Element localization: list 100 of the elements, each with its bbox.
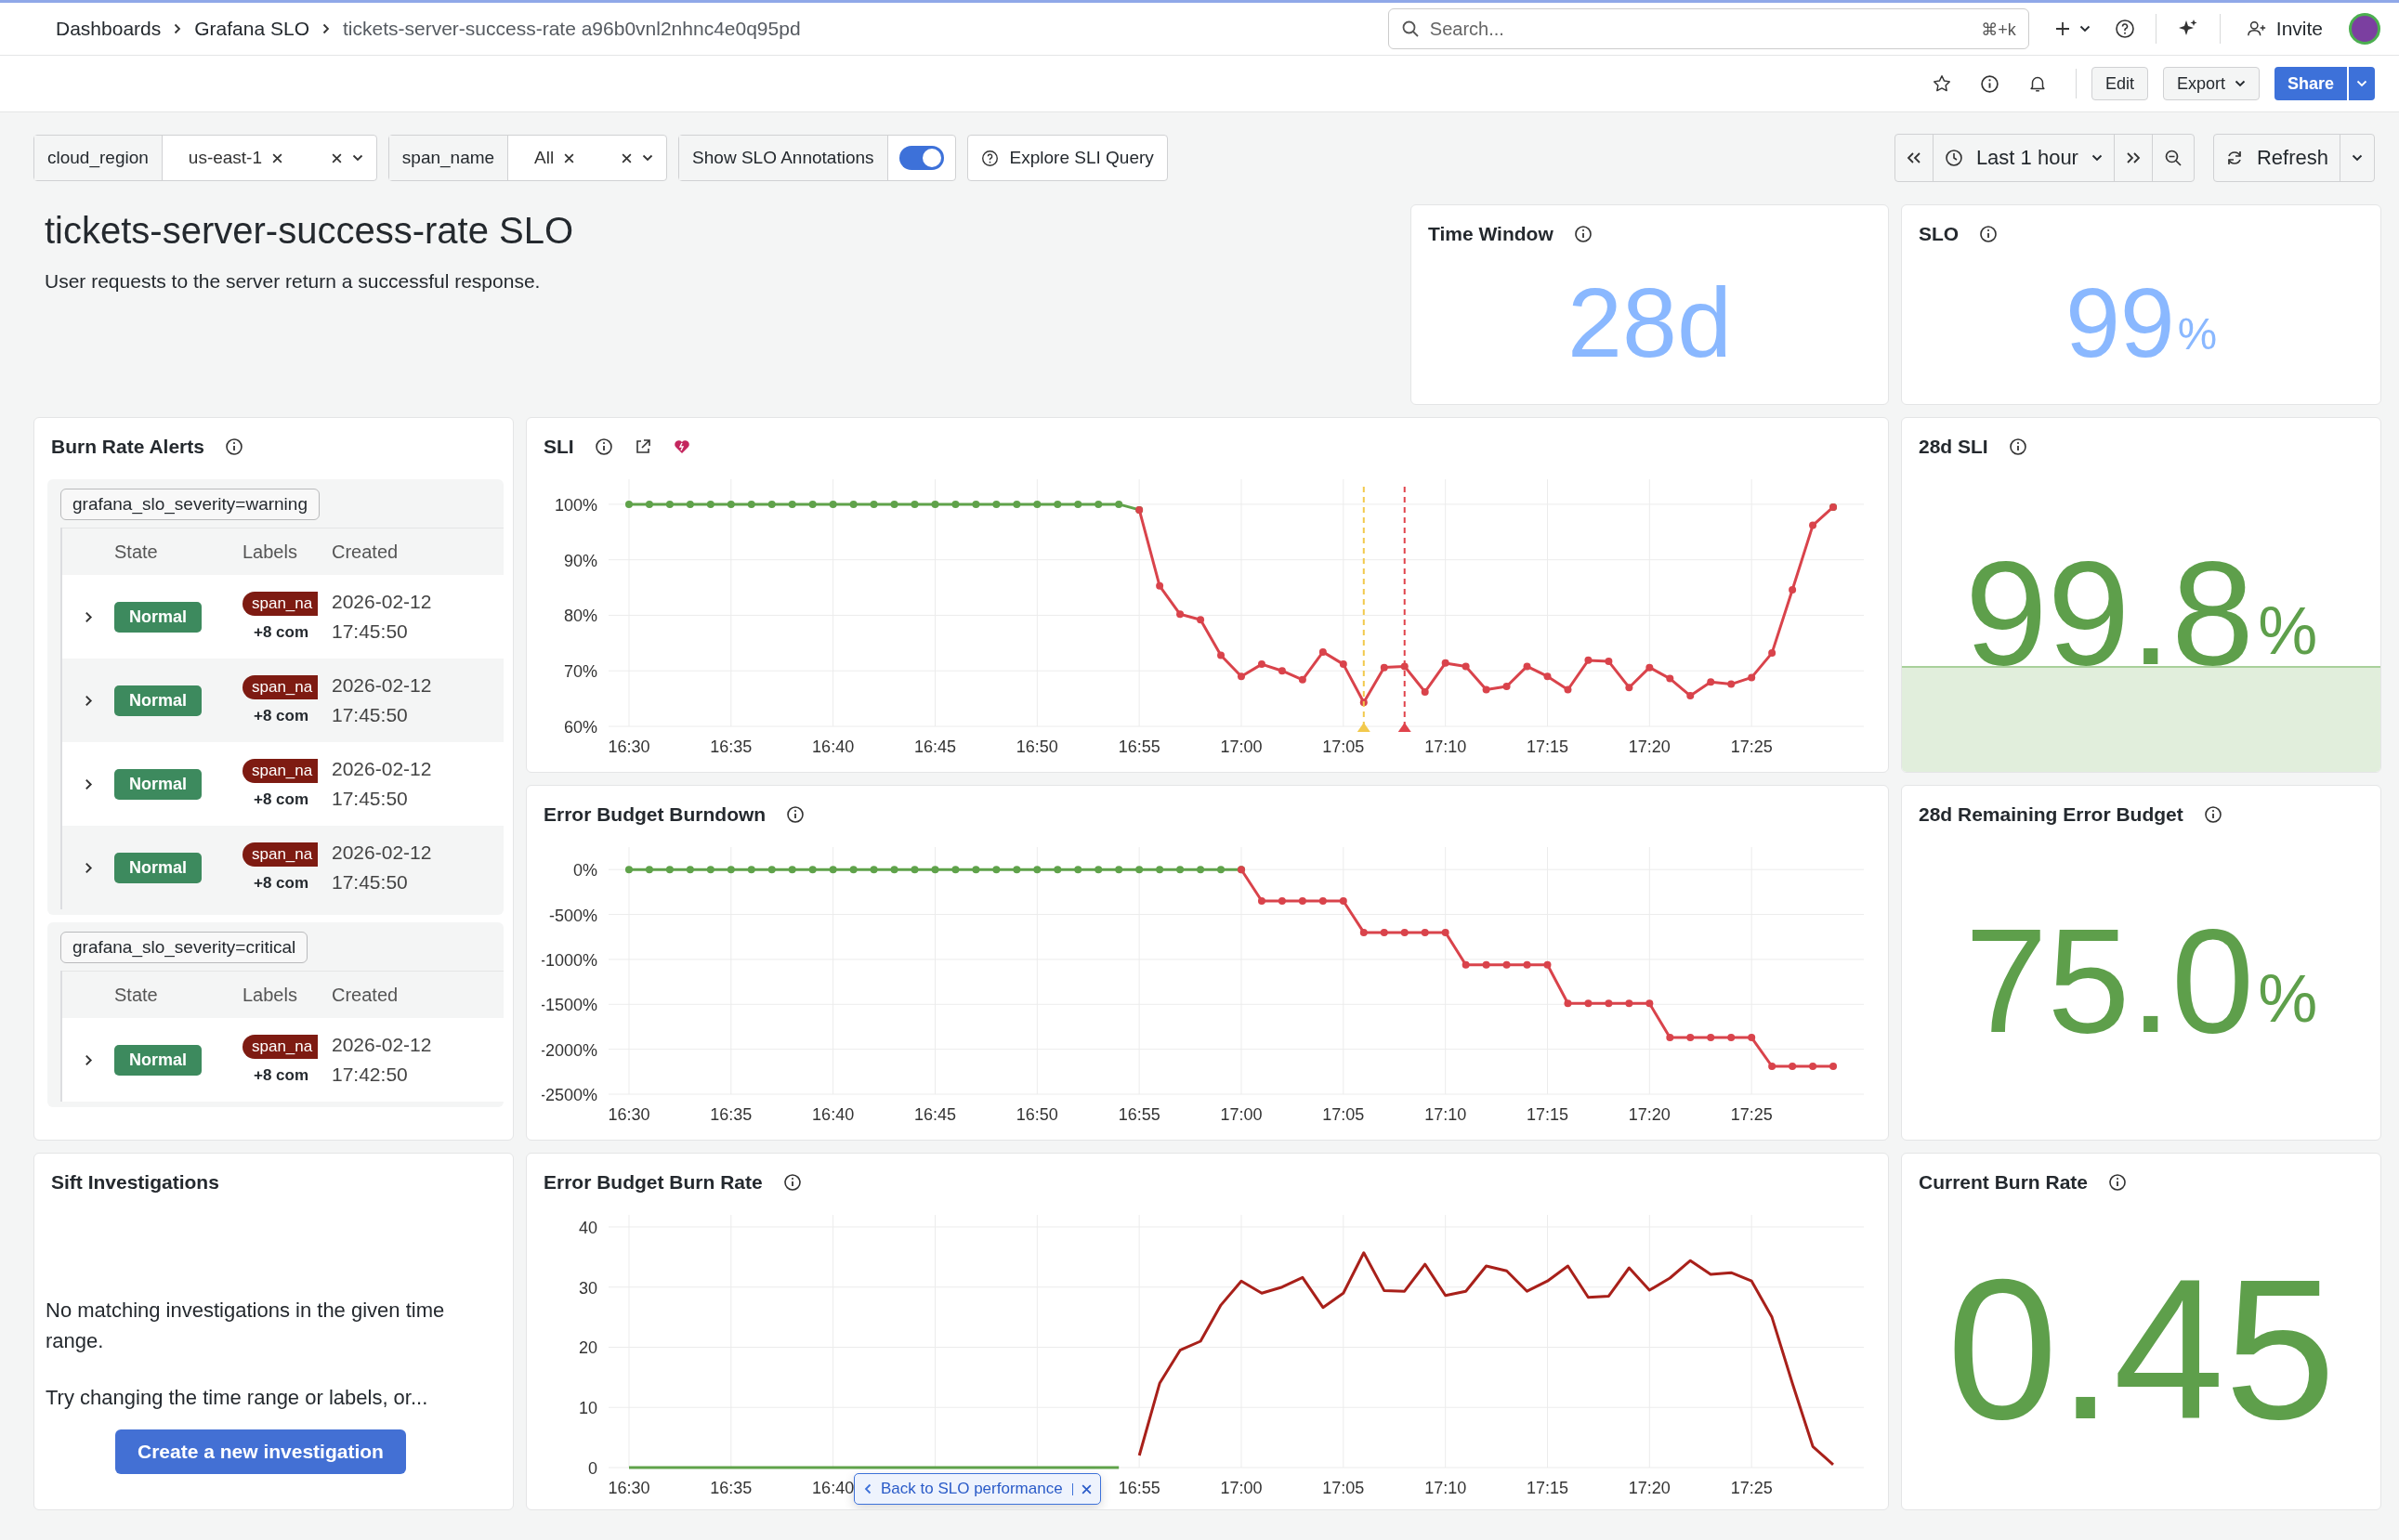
stat-unit: % [2177, 312, 2218, 357]
data-point [1686, 1034, 1695, 1042]
data-point [686, 866, 694, 874]
data-point [849, 500, 858, 508]
data-point [1584, 999, 1593, 1008]
axis-tick-label: 17:20 [1628, 1479, 1671, 1497]
data-point [1727, 1034, 1736, 1042]
explore-sli-query-button[interactable]: Explore SLI Query [966, 135, 1168, 181]
info-icon [786, 805, 806, 824]
data-point [1748, 673, 1756, 682]
share-menu-button[interactable] [2349, 67, 2375, 100]
breadcrumb-link[interactable]: Grafana SLO [194, 18, 309, 40]
search-icon [1400, 20, 1420, 38]
data-point [1502, 960, 1511, 969]
data-point [1197, 616, 1205, 624]
alert-row[interactable]: Normal span_na +8 com 2026-02-12 17:45:50 [62, 742, 504, 826]
annotation-marker[interactable] [1357, 486, 1370, 732]
data-point [624, 500, 633, 508]
axis-tick-label: 17:20 [1628, 737, 1671, 756]
breadcrumb-link[interactable]: Dashboards [56, 18, 162, 40]
stat-value: 99.8 [1964, 538, 2255, 687]
column-header: Created [332, 984, 400, 1006]
data-point [1217, 651, 1225, 659]
expand-chevron-icon[interactable] [84, 777, 93, 790]
data-point [767, 866, 776, 874]
data-point [951, 866, 960, 874]
panel-title: Sift Investigations [51, 1171, 219, 1194]
axis-tick-label: 17:05 [1322, 1105, 1365, 1124]
info-icon [2203, 805, 2222, 824]
data-point [1462, 960, 1470, 969]
panel-title: Current Burn Rate [1919, 1171, 2089, 1194]
data-point [1156, 581, 1164, 590]
data-point [1809, 1063, 1817, 1070]
created-time: 2026-02-12 17:45:50 [332, 841, 433, 894]
back-link-label[interactable]: Back to SLO performance [881, 1480, 1063, 1498]
data-point [1298, 897, 1306, 906]
caret-icon [2352, 154, 2363, 162]
created-time: 2026-02-12 17:45:50 [332, 590, 433, 644]
annotations-toggle[interactable] [898, 146, 944, 170]
expand-chevron-icon[interactable] [84, 610, 93, 623]
data-point [1605, 999, 1613, 1008]
data-point [1829, 1063, 1838, 1070]
alert-row[interactable]: Normal span_na +8 com 2026-02-12 17:45:50 [62, 575, 504, 659]
data-point [788, 500, 796, 508]
invite-button[interactable]: Invite [2240, 17, 2328, 41]
axis-tick-label: 40 [578, 1218, 597, 1237]
data-point [870, 866, 878, 874]
data-point [911, 866, 919, 874]
data-point [1176, 610, 1185, 619]
data-point [1339, 660, 1347, 669]
data-point [1605, 658, 1613, 666]
star-icon[interactable] [1931, 73, 1952, 94]
axis-tick-label: 16:30 [608, 737, 650, 756]
data-point [1482, 685, 1490, 694]
data-point [1257, 660, 1265, 669]
help-icon[interactable] [2114, 19, 2135, 39]
data-point [1707, 678, 1715, 686]
panel-title: 28d Remaining Error Budget [1919, 803, 2183, 826]
axis-tick-label: 16:55 [1118, 737, 1160, 756]
edit-button[interactable]: Edit [2091, 67, 2148, 100]
data-point [1400, 662, 1409, 671]
data-point [1359, 928, 1368, 936]
expand-chevron-icon[interactable] [84, 694, 93, 707]
data-point [1645, 999, 1654, 1008]
data-point [747, 866, 755, 874]
create-investigation-button[interactable]: Create a new investigation [115, 1429, 406, 1474]
data-point [1441, 659, 1449, 667]
info-icon[interactable] [1979, 73, 1999, 94]
data-point [972, 500, 980, 508]
expand-chevron-icon[interactable] [84, 861, 93, 874]
data-point [1257, 897, 1265, 906]
axis-tick-label: 17:00 [1220, 737, 1263, 756]
annotation-marker[interactable] [1397, 486, 1411, 732]
data-point [645, 866, 653, 874]
more-labels: +8 com [253, 790, 309, 809]
avatar[interactable] [2349, 13, 2380, 45]
data-point [767, 500, 776, 508]
data-point [931, 500, 939, 508]
axis-tick-label: 16:40 [812, 1105, 855, 1124]
data-point [1380, 928, 1388, 936]
export-button[interactable]: Export [2162, 67, 2260, 100]
panel-title: Time Window [1428, 223, 1553, 245]
back-to-slo-performance-link[interactable]: Back to SLO performance [854, 1473, 1101, 1505]
share-button[interactable]: Share [2274, 67, 2347, 100]
close-icon[interactable] [1080, 1482, 1093, 1495]
alert-row[interactable]: Normal span_na +8 com 2026-02-12 17:42:50 [62, 1018, 504, 1102]
axis-tick-label: 17:10 [1424, 737, 1467, 756]
data-point [808, 500, 817, 508]
expand-chevron-icon[interactable] [84, 1053, 93, 1066]
breadcrumb-link[interactable]: tickets-server-success-rate a96b0vnl2nhnc4e0q95pd [342, 18, 801, 40]
data-point [665, 500, 674, 508]
data-point [1543, 960, 1552, 969]
data-point [624, 866, 633, 874]
data-point [1686, 692, 1695, 700]
axis-tick-label: 17:20 [1628, 1105, 1671, 1124]
data-point [1564, 685, 1572, 694]
slo-description: User requests to the server return a successful response. [45, 270, 542, 293]
state-badge: Normal [114, 1044, 202, 1076]
double-chevron-right-icon [2125, 152, 2141, 163]
data-point [849, 866, 858, 874]
